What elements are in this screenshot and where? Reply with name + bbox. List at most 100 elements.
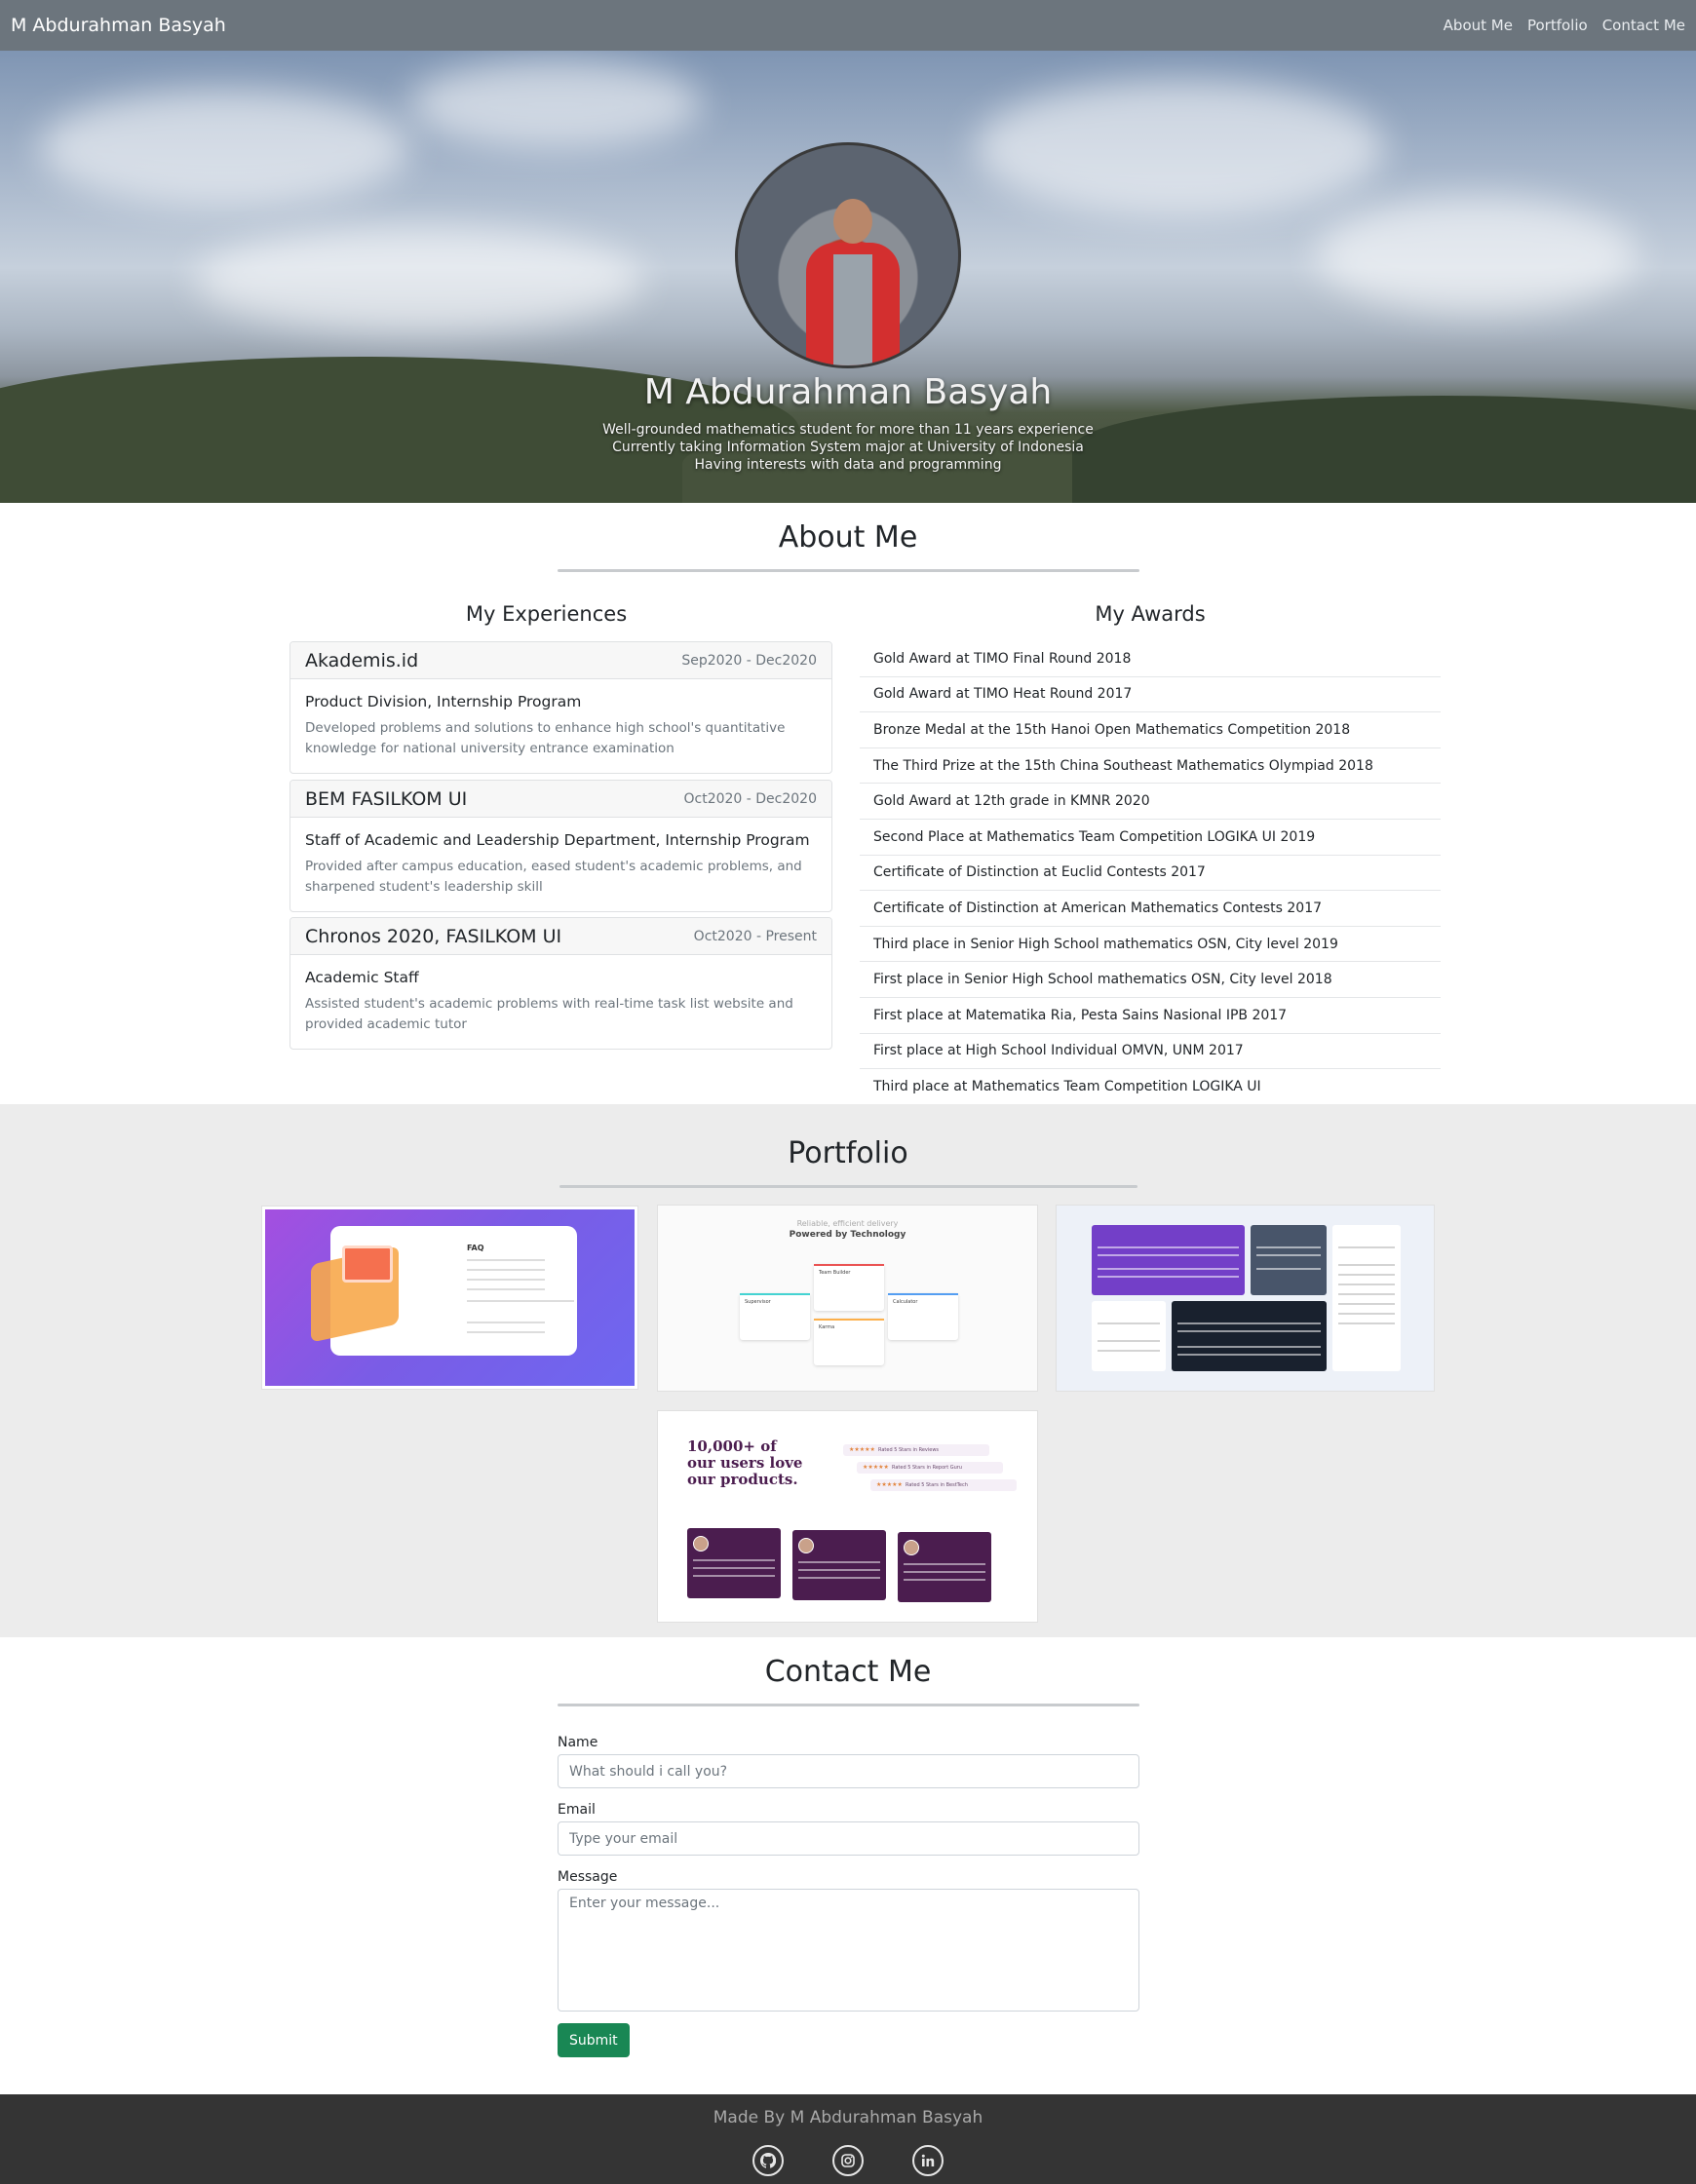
portfolio-section: Portfolio FAQ Reliable, efficient delive… (0, 1104, 1696, 1637)
section-divider (558, 1704, 1139, 1706)
thumb-card-accent (888, 1293, 958, 1295)
award-item: Gold Award at TIMO Heat Round 2017 (860, 677, 1441, 713)
name-input[interactable] (558, 1754, 1139, 1788)
thumb-line (1256, 1268, 1321, 1270)
thumb-line (904, 1563, 985, 1565)
hero-line: Well-grounded mathematics student for mo… (602, 422, 1094, 438)
thumb-faq-heading: FAQ (467, 1244, 484, 1252)
thumb-mini-card: Team Builder (814, 1264, 884, 1311)
thumb-line (1177, 1330, 1321, 1332)
thumb-testimonial-card (1251, 1225, 1327, 1295)
experience-role: Product Division, Internship Program (305, 693, 582, 710)
experience-org: Chronos 2020, FASILKOM UI (305, 925, 562, 947)
linkedin-icon[interactable] (912, 2145, 944, 2176)
contact-title: Contact Me (764, 1655, 932, 1689)
email-input[interactable] (558, 1821, 1139, 1856)
github-icon[interactable] (752, 2145, 784, 2176)
avatar (693, 1536, 709, 1552)
award-item: First place at High School Individual OM… (860, 1034, 1441, 1070)
nav-link-about[interactable]: About Me (1444, 17, 1513, 34)
thumb-line (1177, 1346, 1321, 1348)
award-item: Bronze Medal at the 15th Hanoi Open Math… (860, 712, 1441, 748)
experience-card-body: Staff of Academic and Leadership Departm… (290, 818, 831, 911)
thumb-rating-text: Rated 5 Stars in BestTech (906, 1482, 968, 1488)
award-item: First place in Senior High School mathem… (860, 962, 1441, 998)
thumb-line (1098, 1246, 1239, 1248)
thumb-line (1338, 1246, 1395, 1248)
thumb-rating-text: Rated 5 Stars in Report Guru (892, 1465, 963, 1471)
award-item: Gold Award at TIMO Final Round 2018 (860, 641, 1441, 677)
instagram-icon[interactable] (832, 2145, 864, 2176)
star-icon: ★★★★★ (876, 1481, 903, 1488)
thumb-line (798, 1561, 880, 1563)
thumb-line (1177, 1354, 1321, 1356)
thumb-line (1338, 1274, 1395, 1276)
thumb-line (1177, 1322, 1321, 1324)
nav-links: About Me Portfolio Contact Me (1444, 17, 1685, 34)
awards-list: Gold Award at TIMO Final Round 2018 Gold… (860, 641, 1441, 1105)
experience-date: Oct2020 - Dec2020 (683, 790, 817, 807)
thumb-rating: ★★★★★ Rated 5 Stars in Report Guru (857, 1462, 1003, 1474)
experience-card: BEM FASILKOM UI Oct2020 - Dec2020 Staff … (289, 780, 832, 912)
thumb-line (1098, 1254, 1239, 1256)
thumb-card-accent (814, 1264, 884, 1266)
thumb-line (1338, 1313, 1395, 1315)
award-item: Third place at Mathematics Team Competit… (873, 1079, 1261, 1095)
thumb-card-text: Karma (819, 1324, 835, 1330)
nav-link-contact[interactable]: Contact Me (1602, 17, 1685, 34)
experience-card: Akademis.id Sep2020 - Dec2020 Product Di… (289, 641, 832, 774)
message-textarea[interactable] (558, 1889, 1139, 2012)
thumb-line (467, 1269, 545, 1271)
submit-button[interactable]: Submit (558, 2023, 630, 2057)
award-item: Certificate of Distinction at Euclid Con… (860, 856, 1441, 892)
footer-credit: Made By M Abdurahman Basyah (713, 2108, 983, 2127)
photo-figure (833, 199, 872, 244)
thumb-line (798, 1569, 880, 1571)
thumb-mini-card: Karma (814, 1319, 884, 1365)
thumb-testimonial-card (1332, 1225, 1401, 1371)
thumb-line (1338, 1284, 1395, 1285)
portfolio-item-technology[interactable]: Reliable, efficient delivery Powered by … (657, 1205, 1038, 1392)
experience-desc: Assisted student's academic problems wit… (305, 996, 793, 1032)
thumb-testimonial-card (1172, 1301, 1327, 1371)
nav-link-portfolio[interactable]: Portfolio (1527, 17, 1588, 34)
portfolio-item-testimonials[interactable] (1056, 1205, 1435, 1392)
cloud-shape (195, 226, 643, 333)
thumb-line (1338, 1322, 1395, 1324)
thumb-line (1098, 1322, 1160, 1324)
instagram-icon-glyph (841, 2154, 855, 2167)
thumb-illustration (342, 1245, 393, 1283)
hero-line: Having interests with data and programmi… (694, 457, 1002, 473)
linkedin-icon-glyph (921, 2154, 935, 2166)
thumb-rating-text: Rated 5 Stars in Reviews (878, 1447, 940, 1453)
thumb-line (693, 1567, 775, 1569)
thumb-mini-card: Supervisor (740, 1293, 810, 1340)
thumb-subtitle: Reliable, efficient delivery (796, 1219, 899, 1228)
section-divider (559, 1185, 1137, 1188)
thumb-headline: 10,000+ of our users love our products. (687, 1437, 803, 1488)
award-item: First place at Matematika Ria, Pesta Sai… (860, 998, 1441, 1034)
section-divider (558, 569, 1139, 572)
hero-banner: M Abdurahman Basyah Well-grounded mathem… (0, 51, 1696, 503)
hero-tagline: Well-grounded mathematics student for mo… (0, 421, 1696, 474)
experience-card: Chronos 2020, FASILKOM UI Oct2020 - Pres… (289, 917, 832, 1050)
portfolio-item-social-proof[interactable]: 10,000+ of our users love our products. … (657, 1410, 1038, 1623)
navbar-brand[interactable]: M Abdurahman Basyah (11, 15, 226, 36)
thumb-review-card (898, 1532, 991, 1602)
photo-figure (833, 254, 872, 365)
thumb-line (1338, 1303, 1395, 1305)
thumb-review-card (792, 1530, 886, 1600)
portfolio-item-faq[interactable]: FAQ (261, 1206, 638, 1390)
thumb-line (1098, 1350, 1160, 1352)
experience-org: BEM FASILKOM UI (305, 787, 468, 810)
experience-card-header: Akademis.id Sep2020 - Dec2020 (290, 642, 831, 679)
thumb-testimonial-card (1092, 1301, 1166, 1371)
thumb-line (1098, 1340, 1160, 1342)
award-item: Gold Award at 12th grade in KMNR 2020 (860, 784, 1441, 820)
experience-card-body: Academic Staff Assisted student's academ… (290, 955, 831, 1049)
email-label: Email (558, 1802, 596, 1818)
profile-photo (735, 142, 961, 368)
thumb-line (798, 1577, 880, 1579)
portfolio-title: Portfolio (788, 1136, 908, 1170)
thumb-line (1338, 1293, 1395, 1295)
